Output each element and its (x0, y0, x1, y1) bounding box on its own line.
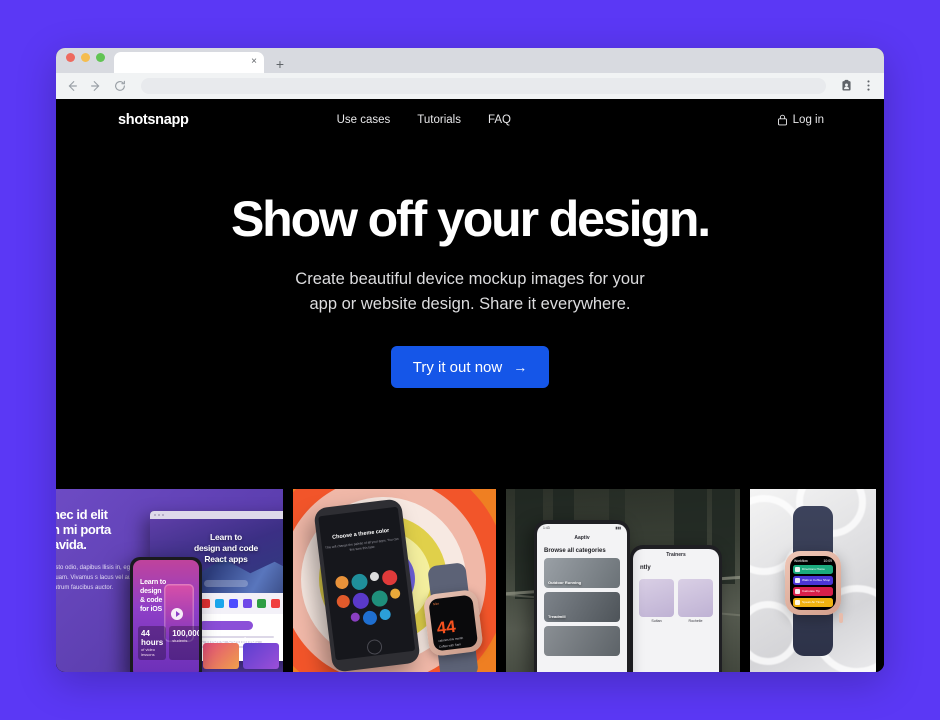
hero-subtitle-line-1: Create beautiful device mockup images fo… (295, 270, 645, 288)
try-it-out-button[interactable]: Try it out now → (390, 346, 550, 388)
shot3-trainer-grid: Sultan Rochelle (633, 575, 719, 627)
shot1-browser-hero-line-1: Learn to (210, 532, 242, 542)
gallery-item-forest-two-iphones[interactable]: Trainers ntly Sultan Rochelle 1:43 ▮▮▮ A… (506, 489, 740, 672)
shot1-stats: 44 hours of video lessons 100,000 studen… (133, 626, 199, 660)
shot1-stat2-value: 100,000 (172, 629, 199, 638)
shot1-browser-bar (150, 511, 283, 519)
page-title: Show off your design. (230, 191, 711, 247)
mockup-gallery: nec id elit n mi porta avida. usto odio,… (56, 489, 884, 672)
shot3-card-3 (544, 626, 620, 656)
shot3-status-time: 1:43 (543, 526, 550, 530)
gallery-item-apple-watch-workflow[interactable]: Workflow 10:09 Directions Home Walk to C… (750, 489, 876, 672)
shot4-row-1: Directions Home (793, 564, 833, 574)
shot4-app-name: Workflow (794, 558, 808, 563)
shot4-row-3-label: Calculate Tip (802, 589, 820, 593)
login-label: Log in (792, 114, 824, 126)
shot4-row-4: Speak Air Times (793, 597, 833, 607)
gallery-item-purple-web-phone[interactable]: nec id elit n mi porta avida. usto odio,… (56, 489, 283, 672)
back-icon[interactable] (65, 79, 79, 93)
nav-link-faq[interactable]: FAQ (488, 114, 511, 126)
close-window-icon[interactable] (66, 53, 75, 62)
shot3-card-1: Outdoor Running (544, 558, 620, 588)
shot3-iphone-left: 1:43 ▮▮▮ Aaptiv Browse all categories Ou… (534, 520, 630, 672)
shot1-phone-mockup: Learn to design & code for iOS 11 44 hou… (130, 557, 202, 672)
shot2-watch-brand: Nike (432, 601, 440, 607)
shot3-iphone-right: Trainers ntly Sultan Rochelle (630, 545, 722, 672)
forward-icon[interactable] (89, 79, 103, 93)
gallery-item-rainbow-iphone-watch[interactable]: Choose a theme color This will change th… (293, 489, 496, 672)
shot1-stat1-value: 44 hours (141, 629, 164, 647)
shot1-heading-line-2: n mi porta (56, 522, 111, 537)
shot3-card-2-label: Treadmill (548, 614, 566, 619)
digital-crown-icon (839, 612, 843, 623)
shot1-purple-button (199, 621, 253, 630)
window-traffic-lights (66, 48, 105, 73)
minimize-window-icon[interactable] (81, 53, 90, 62)
site-navbar: shotsnapp Use cases Tutorials FAQ Log in (56, 99, 884, 141)
browser-window: × + shotsnapp Use cases Tutorials FAQ Lo… (56, 48, 884, 672)
shot1-browser-hero-line-2: design and code (193, 543, 259, 553)
shot3-trainer-2: Rochelle (688, 619, 703, 623)
lock-icon (777, 114, 788, 126)
shot3-status-icons: ▮▮▮ (615, 526, 621, 530)
shot2-apple-watch-mockup: Nike 44 calories this month Coffee with … (420, 562, 486, 672)
reload-icon[interactable] (113, 79, 127, 93)
shot4-row-2: Walk to Coffee Shop (793, 575, 833, 585)
shot3-right-sub: ntly (640, 565, 651, 571)
shot4-row-2-label: Walk to Coffee Shop (802, 578, 831, 582)
website-viewport: shotsnapp Use cases Tutorials FAQ Log in… (56, 99, 884, 672)
close-tab-icon[interactable]: × (251, 57, 264, 68)
shot1-heading-line-1: nec id elit (56, 507, 108, 522)
browser-tab[interactable]: × (114, 52, 264, 73)
shot1-stat1-label: of video lessons (141, 647, 156, 657)
shot4-row-1-label: Directions Home (802, 567, 825, 571)
nav-link-use-cases[interactable]: Use cases (337, 114, 391, 126)
menu-icon[interactable] (862, 79, 875, 93)
shot3-card-2: Treadmill (544, 592, 620, 622)
profile-icon[interactable] (840, 79, 853, 93)
home-button-icon (366, 638, 383, 656)
play-icon (171, 608, 183, 620)
shot2-color-swatches (332, 569, 406, 629)
site-nav-links: Use cases Tutorials FAQ (337, 114, 511, 126)
hero-subtitle-line-2: app or website design. Share it everywhe… (309, 295, 631, 313)
hero-subtitle: Create beautiful device mockup images fo… (295, 267, 644, 317)
new-tab-icon[interactable]: + (273, 57, 287, 71)
shot4-row-3: Calculate Tip (793, 586, 833, 596)
login-button[interactable]: Log in (777, 114, 824, 126)
shot3-right-title: Trainers (666, 552, 686, 558)
shot1-browser-cta (204, 580, 248, 587)
browser-toolbar (56, 73, 884, 99)
shot3-section-title: Browse all categories (544, 548, 606, 554)
maximize-window-icon[interactable] (96, 53, 105, 62)
shot4-time: 10:09 (823, 558, 833, 563)
nav-link-tutorials[interactable]: Tutorials (417, 114, 461, 126)
shot1-course-cards (203, 643, 279, 669)
arrow-right-icon: → (513, 359, 528, 375)
browser-tab-strip: × + (56, 48, 884, 73)
shot3-app-name: Aaptiv (574, 535, 590, 541)
shot4-row-4-label: Speak Air Times (802, 600, 825, 604)
site-logo[interactable]: shotsnapp (118, 112, 189, 128)
shot4-apple-watch-mockup: Workflow 10:09 Directions Home Walk to C… (784, 505, 843, 656)
cta-label: Try it out now (412, 358, 503, 376)
address-bar[interactable] (141, 78, 826, 94)
shot3-card-1-label: Outdoor Running (548, 580, 582, 585)
shot1-stat2-label: students (172, 638, 188, 643)
shot1-heading-line-3: avida. (56, 537, 87, 552)
shot3-trainer-1: Sultan (651, 619, 662, 623)
